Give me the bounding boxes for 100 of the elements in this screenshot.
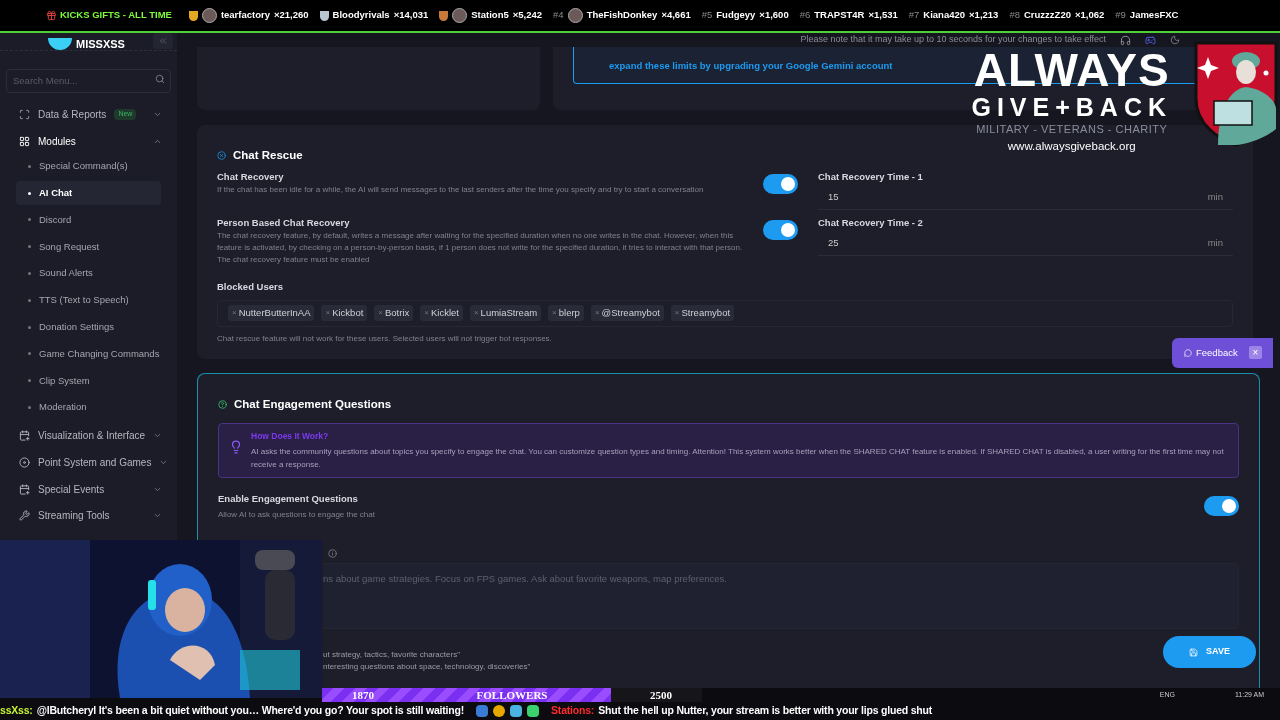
help-icon bbox=[218, 399, 227, 409]
field-label: Blocked Users bbox=[217, 280, 284, 295]
sidebar-item[interactable]: Special Command(s) bbox=[16, 154, 161, 179]
group-label: Modules bbox=[38, 134, 76, 149]
gift-count: ×1,531 bbox=[868, 8, 898, 23]
gifter-name: TRAPST4R bbox=[814, 8, 865, 23]
bullet-icon bbox=[28, 164, 31, 168]
gifter-name: CruzzzZ20 bbox=[1023, 8, 1071, 23]
setting-label: Chat Recovery bbox=[217, 170, 285, 185]
tag-label: @Streamybot bbox=[601, 305, 660, 320]
field-label: Chat Recovery Time - 1 bbox=[818, 170, 924, 185]
bullet-icon bbox=[28, 245, 31, 249]
item-label: Discord bbox=[39, 212, 72, 227]
user-tag[interactable]: × Kicklet bbox=[420, 305, 463, 321]
app-icon[interactable] bbox=[527, 705, 540, 717]
field-label: Chat Recovery Time - 2 bbox=[818, 216, 924, 231]
tag-label: Botrix bbox=[385, 305, 410, 320]
sidebar-item[interactable]: Donation Settings bbox=[16, 315, 161, 340]
user-tag[interactable]: × LumiaStream bbox=[469, 305, 542, 321]
app-icon[interactable] bbox=[493, 705, 506, 717]
gifter-name: Kiana420 bbox=[923, 8, 966, 23]
sidebar-item[interactable]: Song Request bbox=[16, 234, 161, 259]
calendar-icon bbox=[19, 483, 30, 495]
rank-label: #7 bbox=[908, 8, 920, 23]
tag-input-field[interactable]: × NutterButterInAA × Kickbot × Botrix × Kicklet × LumiaStream × blerp × @Streamybot × Streamybot bbox=[217, 299, 1233, 327]
toggle-switch[interactable] bbox=[763, 220, 798, 241]
gift-count: ×14,031 bbox=[393, 8, 429, 23]
app-icon[interactable] bbox=[510, 705, 523, 717]
sidebar-item[interactable]: Sound Alerts bbox=[16, 261, 161, 286]
bullet-icon bbox=[28, 379, 31, 383]
toggle-switch[interactable] bbox=[1204, 496, 1239, 517]
group-label: Point System and Games bbox=[38, 455, 152, 470]
brand-logo: MISSXSS bbox=[76, 38, 125, 50]
group-label: Visualization & Interface bbox=[38, 429, 146, 444]
bullet-icon bbox=[28, 406, 31, 410]
gift-count: ×1,062 bbox=[1074, 8, 1105, 23]
collapse-icon bbox=[158, 36, 168, 46]
group-label: Streaming Tools bbox=[38, 509, 110, 524]
toggle-switch[interactable] bbox=[763, 174, 798, 195]
chat-username: ssXss: bbox=[0, 703, 33, 719]
tag-label: Kickbot bbox=[332, 305, 364, 320]
number-field[interactable]: 15 min bbox=[818, 184, 1233, 211]
number-field[interactable]: 25 min bbox=[818, 230, 1233, 257]
gifter-name: Bloodyrivals bbox=[332, 8, 390, 23]
app-icon[interactable] bbox=[476, 705, 489, 717]
user-tag[interactable]: × @Streamybot bbox=[590, 305, 664, 321]
unit-label: min bbox=[1207, 189, 1223, 204]
sidebar-group[interactable]: Visualization & Interface bbox=[0, 422, 177, 450]
info-text: AI asks the community questions about topics you specify to engage the chat. You can customize question types and timing. Attention! This system works better when the SHARED CHAT feature is enabled. If SHARED CHAT is disabled, a user writing for the first time may not receive a response. bbox=[251, 445, 1225, 471]
example-text: ut strategy, tactics, favorite characters" bbox=[323, 648, 460, 661]
tag-label: Streamybot bbox=[681, 305, 731, 320]
item-label: Clip System bbox=[39, 373, 90, 388]
user-tag[interactable]: × blerp bbox=[548, 305, 584, 321]
sidebar-item[interactable]: TTS (Text to Speech) bbox=[16, 288, 161, 313]
item-label: TTS (Text to Speech) bbox=[39, 293, 129, 308]
avatar bbox=[452, 8, 468, 23]
user-tag[interactable]: × Kickbot bbox=[321, 305, 368, 321]
user-tag[interactable]: × Botrix bbox=[374, 305, 414, 321]
gift-count: ×4,661 bbox=[661, 8, 691, 23]
info-icon bbox=[328, 548, 337, 558]
promo-subtitle: GIVE+BACK bbox=[971, 93, 1172, 121]
gifter-name: tearfactory bbox=[220, 8, 270, 23]
item-label: Donation Settings bbox=[39, 320, 114, 335]
item-label: Moderation bbox=[39, 400, 87, 415]
user-tag[interactable]: × Streamybot bbox=[670, 305, 735, 321]
field-hint: Chat rescue feature will not work for these users. Selected users will not trigger bot responses. bbox=[217, 332, 553, 345]
gifter-name: Station5 bbox=[471, 8, 509, 23]
setting-description: If the chat has been idle for a while, the AI will send messages to the last senders after the time you specify and try to start a conversation bbox=[217, 184, 705, 197]
moon-icon[interactable] bbox=[1170, 35, 1180, 45]
lightbulb-icon bbox=[229, 439, 243, 454]
ticker-title: KICKS GIFTS - ALL TIME bbox=[60, 8, 172, 23]
gift-icon bbox=[46, 10, 57, 21]
rank-label: #5 bbox=[701, 8, 713, 23]
info-title: How Does It Work? bbox=[251, 429, 330, 443]
mascot-logo-icon bbox=[48, 38, 72, 50]
cross-icon bbox=[217, 151, 226, 161]
sidebar-group[interactable]: Streaming Tools bbox=[0, 502, 177, 530]
sidebar-item[interactable]: Clip System bbox=[16, 368, 161, 393]
tag-label: NutterButterInAA bbox=[238, 305, 311, 320]
promo-url: www.alwaysgiveback.org bbox=[1007, 139, 1136, 154]
rank-label: #9 bbox=[1115, 8, 1126, 23]
sidebar-item[interactable]: Game Changing Commands bbox=[16, 341, 161, 366]
sidebar-item[interactable]: Moderation bbox=[16, 395, 161, 420]
setting-label: Person Based Chat Recovery bbox=[217, 216, 351, 231]
unit-label: min bbox=[1207, 235, 1223, 250]
setting-label: Enable Engagement Questions bbox=[218, 491, 359, 506]
sidebar-item[interactable]: AI Chat bbox=[16, 181, 161, 206]
tag-label: blerp bbox=[558, 305, 580, 320]
followers-goal: 2500 bbox=[650, 687, 672, 703]
sidebar-group[interactable]: Special Events bbox=[0, 475, 177, 503]
sidebar-group[interactable]: Point System and Games bbox=[0, 449, 177, 476]
followers-count: 1870 bbox=[352, 687, 374, 703]
bullet-icon bbox=[28, 298, 31, 302]
bullet-icon bbox=[28, 325, 31, 329]
sidebar-item[interactable]: Discord bbox=[16, 207, 161, 232]
sidebar-group[interactable]: Modules bbox=[0, 127, 177, 155]
scan-icon bbox=[19, 108, 30, 120]
user-tag[interactable]: × NutterButterInAA bbox=[228, 305, 315, 321]
gamepad-icon[interactable] bbox=[1145, 34, 1156, 46]
headset-icon[interactable] bbox=[1120, 34, 1131, 46]
